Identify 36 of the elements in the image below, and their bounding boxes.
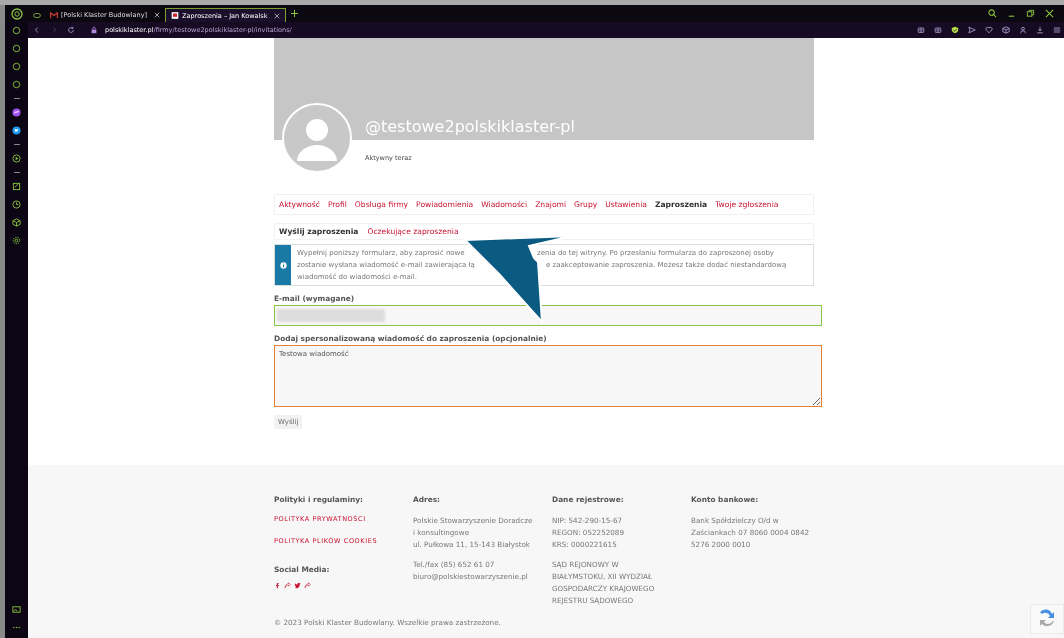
cube-icon[interactable] bbox=[12, 218, 21, 227]
user-icon[interactable] bbox=[1019, 26, 1027, 34]
heart-icon[interactable] bbox=[985, 26, 993, 34]
restore-icon[interactable] bbox=[1026, 9, 1035, 18]
download-icon[interactable] bbox=[1036, 26, 1044, 34]
email-field[interactable] bbox=[274, 305, 822, 326]
bird-icon[interactable] bbox=[12, 126, 21, 135]
settings-icon[interactable] bbox=[12, 236, 21, 245]
recaptcha-badge[interactable] bbox=[1030, 604, 1064, 634]
info-icon bbox=[279, 261, 287, 269]
close-icon[interactable] bbox=[154, 12, 161, 18]
facebook-icon[interactable] bbox=[274, 582, 281, 589]
send-icon[interactable] bbox=[968, 26, 976, 34]
messenger-icon[interactable] bbox=[12, 108, 21, 117]
new-tab-icon[interactable] bbox=[291, 10, 299, 17]
close-icon[interactable] bbox=[1045, 9, 1054, 18]
browser-logo-icon[interactable] bbox=[11, 7, 23, 20]
clock-icon[interactable] bbox=[12, 200, 21, 209]
shield-icon[interactable] bbox=[951, 26, 959, 34]
gamepad-icon bbox=[33, 11, 41, 19]
toolbar-icon[interactable] bbox=[934, 26, 942, 34]
play-icon[interactable] bbox=[12, 154, 21, 163]
site-icon bbox=[171, 12, 180, 19]
share-icon[interactable] bbox=[284, 582, 291, 589]
reload-icon[interactable] bbox=[67, 26, 75, 34]
username: @testowe2polskiklaster-pl bbox=[365, 117, 575, 136]
image-icon[interactable] bbox=[12, 605, 21, 614]
share-icon[interactable] bbox=[304, 582, 311, 589]
notes-icon[interactable] bbox=[12, 182, 21, 191]
mail-icon bbox=[50, 11, 58, 19]
cube-icon[interactable] bbox=[1002, 26, 1010, 34]
lock-icon bbox=[90, 26, 98, 34]
close-icon[interactable] bbox=[274, 12, 281, 19]
toolbar-icon[interactable] bbox=[917, 26, 925, 34]
back-icon[interactable] bbox=[33, 26, 41, 34]
search-icon[interactable] bbox=[988, 9, 997, 18]
